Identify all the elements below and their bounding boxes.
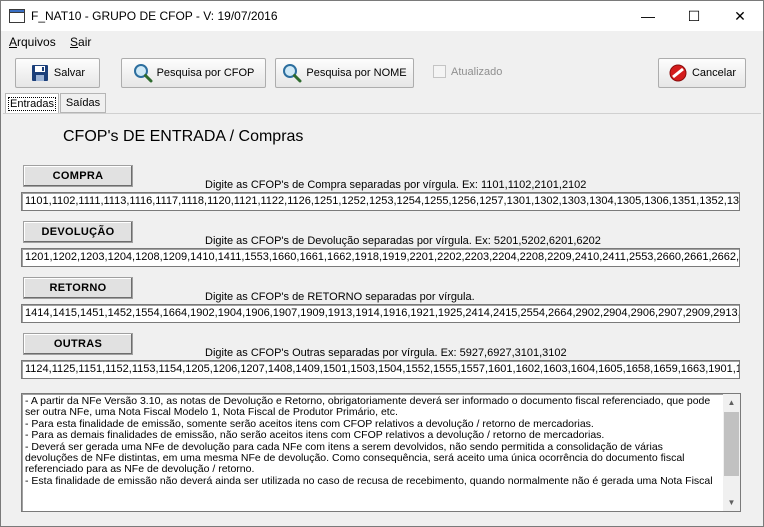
cancel-button[interactable]: Cancelar: [658, 58, 746, 88]
menu-arquivos[interactable]: Arquivos: [9, 35, 56, 49]
magnifier-icon: [283, 64, 302, 83]
search-by-cfop-button[interactable]: Pesquisa por CFOP: [121, 58, 266, 88]
outras-button[interactable]: OUTRAS: [23, 333, 133, 355]
close-icon: ✕: [734, 7, 746, 24]
menu-arquivos-label: rquivos: [17, 35, 56, 49]
outras-hint: Digite as CFOP's Outras separadas por ví…: [205, 347, 567, 359]
outras-cfop-input[interactable]: 1124,1125,1151,1152,1153,1154,1205,1206,…: [21, 360, 740, 379]
title-bar[interactable]: F_NAT10 - GRUPO DE CFOP - V: 19/07/2016 …: [1, 1, 763, 31]
notes-line: ser outra NFe, uma Nota Fiscal Modelo 1,…: [25, 407, 398, 419]
compra-cfop-input[interactable]: 1101,1102,1111,1113,1116,1117,1118,1120,…: [21, 192, 740, 211]
outras-button-label: OUTRAS: [53, 338, 103, 350]
floppy-disk-icon: [31, 65, 48, 81]
tab-saidas-label: Saídas: [65, 97, 101, 109]
window-title: F_NAT10 - GRUPO DE CFOP - V: 19/07/2016: [31, 9, 278, 23]
notes-scrollbar[interactable]: ▲ ▼: [723, 394, 740, 511]
updated-label: Atualizado: [451, 65, 503, 78]
cancel-label: Cancelar: [691, 67, 737, 79]
updated-checkbox[interactable]: [433, 65, 446, 78]
menu-arquivos-accel: A: [9, 35, 18, 49]
notes-line: - Deverá ser gerada uma NFe de devolução…: [25, 441, 663, 453]
notes-memo[interactable]: - A partir da NFe Versão 3.10, as notas …: [21, 393, 741, 512]
page-title: CFOP's DE ENTRADA / Compras: [63, 128, 304, 145]
menu-bar: Arquivos Sair: [1, 32, 763, 52]
devolucao-button-label: DEVOLUÇÃO: [41, 226, 115, 238]
search-by-name-button[interactable]: Pesquisa por NOME: [275, 58, 414, 88]
menu-sair-accel: S: [70, 35, 79, 49]
menu-sair-label: air: [78, 35, 92, 49]
notes-line: - Para as demais finalidades de emissão,…: [25, 430, 605, 442]
scroll-thumb[interactable]: [724, 412, 739, 476]
tab-entradas-label: Entradas: [7, 96, 57, 111]
notes-line: - Para esta finalidade de emissão, somen…: [25, 418, 594, 430]
maximize-icon: ☐: [687, 7, 701, 24]
search-by-cfop-label: Pesquisa por CFOP: [156, 67, 255, 79]
minimize-icon: —: [641, 8, 655, 24]
menu-sair[interactable]: Sair: [70, 35, 91, 49]
devolucao-hint: Digite as CFOP's de Devolução separadas …: [205, 235, 601, 247]
tab-saidas[interactable]: Saídas: [60, 93, 106, 113]
magnifier-icon: [133, 64, 153, 83]
save-button[interactable]: Salvar: [15, 58, 100, 88]
retorno-button[interactable]: RETORNO: [23, 277, 133, 299]
minimize-button[interactable]: —: [625, 1, 671, 31]
notes-line: - Esta finalidade de emissão não deverá …: [25, 475, 713, 487]
search-by-name-label: Pesquisa por NOME: [306, 67, 407, 79]
notes-line: - A partir da NFe Versão 3.10, as notas …: [25, 396, 711, 407]
notes-line: devoluções de NFe distintas, em uma mesm…: [25, 453, 685, 465]
updated-checkbox-wrap[interactable]: Atualizado: [433, 65, 502, 78]
compra-hint: Digite as CFOP's de Compra separadas por…: [205, 179, 587, 191]
tab-panel-border: [3, 113, 761, 114]
tab-entradas[interactable]: Entradas: [5, 93, 59, 113]
devolucao-button[interactable]: DEVOLUÇÃO: [23, 221, 133, 243]
close-window-button[interactable]: ✕: [717, 1, 763, 31]
compra-button[interactable]: COMPRA: [23, 165, 133, 187]
cancel-icon: [669, 64, 687, 82]
retorno-button-label: RETORNO: [49, 282, 107, 294]
scroll-up-icon[interactable]: ▲: [723, 394, 740, 411]
app-window-icon: [9, 9, 25, 23]
notes-line: referenciado para as NFe de devolução / …: [25, 464, 255, 476]
notes-text: - A partir da NFe Versão 3.10, as notas …: [25, 396, 721, 487]
save-label: Salvar: [53, 67, 86, 79]
maximize-button[interactable]: ☐: [671, 1, 717, 31]
scroll-down-icon[interactable]: ▼: [723, 494, 740, 511]
devolucao-cfop-input[interactable]: 1201,1202,1203,1204,1208,1209,1410,1411,…: [21, 248, 740, 267]
compra-button-label: COMPRA: [52, 170, 104, 182]
retorno-hint: Digite as CFOP's de RETORNO separadas po…: [205, 291, 475, 303]
main-window: F_NAT10 - GRUPO DE CFOP - V: 19/07/2016 …: [0, 0, 764, 527]
retorno-cfop-input[interactable]: 1414,1415,1451,1452,1554,1664,1902,1904,…: [21, 304, 740, 323]
